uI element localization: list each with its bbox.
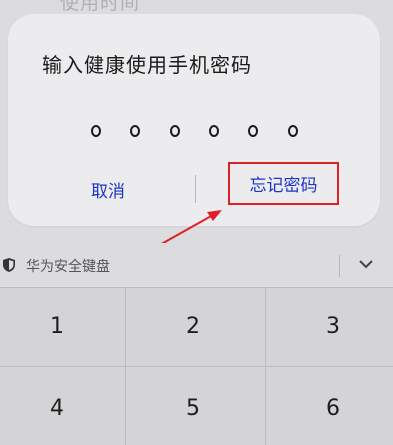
keypad-divider [265,287,266,445]
forgot-password-button[interactable]: 忘记密码 [228,162,339,205]
cancel-button[interactable]: 取消 [91,177,125,202]
button-divider [195,175,196,203]
chevron-down-icon[interactable] [358,258,374,270]
keyboard-title: 华为安全键盘 [26,259,110,275]
pin-indicator-row [88,125,318,145]
key-5[interactable]: 5 [136,373,250,443]
key-6[interactable]: 6 [276,373,390,443]
shield-icon [3,258,15,272]
pin-dot [248,125,258,137]
key-4[interactable]: 4 [0,373,114,443]
key-3[interactable]: 3 [276,291,390,361]
keyboard-header-divider [339,255,340,277]
dialog-title: 输入健康使用手机密码 [42,53,252,77]
pin-dot [209,125,219,137]
forgot-password-label: 忘记密码 [249,176,318,196]
pin-dot [91,125,101,137]
pin-dot [170,125,180,137]
keypad-divider [0,287,393,288]
keypad-divider [125,287,126,445]
pin-dot [288,125,298,137]
key-1[interactable]: 1 [0,291,114,361]
key-2[interactable]: 2 [136,291,250,361]
background-hint-text: 使用时间 [60,0,141,14]
keypad-divider [0,366,393,367]
pin-dot [130,125,140,137]
